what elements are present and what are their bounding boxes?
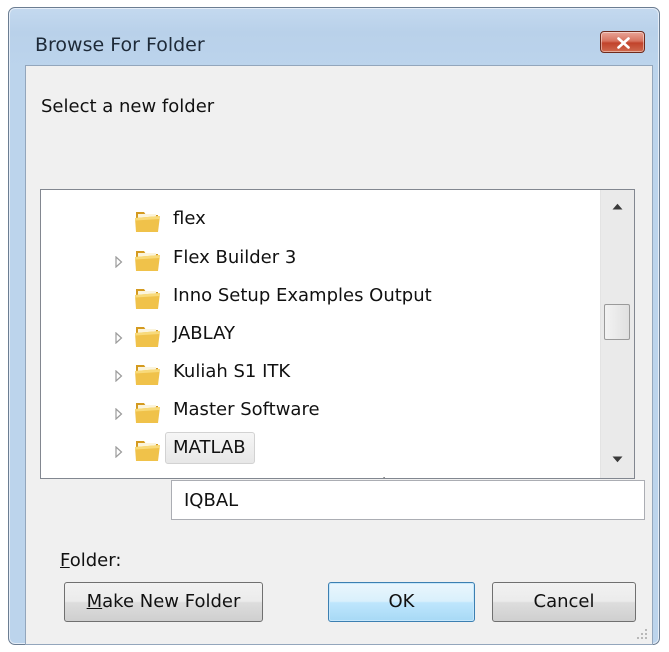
folder-name-field[interactable] [171, 480, 645, 520]
vertical-scrollbar[interactable] [600, 190, 634, 478]
folder-field-label: Folder: [60, 550, 121, 571]
tree-item[interactable]: Kuliah S1 ITK [41, 356, 601, 390]
tree-item[interactable]: MATLAB Image Processing [41, 470, 601, 478]
folder-icon [134, 474, 162, 478]
expand-arrow-icon[interactable] [115, 367, 123, 386]
tree-item-label: JABLAY [173, 323, 236, 344]
folder-icon [134, 246, 162, 272]
tree-item-label: Inno Setup Examples Output [173, 285, 432, 306]
folder-icon [134, 360, 162, 386]
tree-item[interactable]: flex [41, 203, 601, 237]
tree-item-label: Master Software [173, 399, 320, 420]
expand-arrow-icon[interactable] [115, 405, 123, 424]
folder-icon [134, 322, 162, 348]
expand-arrow-icon[interactable] [115, 253, 123, 272]
scroll-down-arrow-icon[interactable] [612, 456, 623, 463]
make-new-folder-button[interactable]: Make New Folder [64, 582, 263, 622]
tree-item-label: Flex Builder 3 [173, 247, 297, 268]
browse-for-folder-dialog: Browse For Folder Select a new folder fl… [8, 7, 660, 645]
dialog-title: Browse For Folder [35, 34, 205, 56]
ok-button[interactable]: OK [328, 582, 475, 622]
close-icon [617, 37, 630, 49]
tree-item[interactable]: Inno Setup Examples Output [41, 280, 601, 314]
resize-grip-icon[interactable] [636, 628, 648, 640]
scrollbar-thumb[interactable] [604, 304, 630, 340]
instruction-text: Select a new folder [41, 96, 215, 117]
tree-item[interactable]: Flex Builder 3 [41, 242, 601, 276]
expand-arrow-icon[interactable] [115, 443, 123, 462]
folder-tree[interactable]: flex Flex Builder 3 Inno Setup Examples Ou… [40, 189, 635, 479]
tree-item-label: MATLAB Image Processing [173, 475, 409, 478]
folder-icon [134, 398, 162, 424]
folder-icon [134, 207, 162, 233]
folder-icon [134, 436, 162, 462]
tree-item[interactable]: Master Software [41, 394, 601, 428]
expand-arrow-icon[interactable] [115, 329, 123, 348]
make-new-folder-mnemonic: M [86, 591, 103, 612]
folder-label-rest: older: [69, 550, 122, 571]
dialog-body: Select a new folder flex Flex Builder 3 In… [25, 65, 653, 645]
tree-item-label: flex [173, 208, 206, 229]
close-button[interactable] [600, 31, 645, 53]
folder-icon [134, 284, 162, 310]
tree-item[interactable]: JABLAY [41, 318, 601, 352]
tree-item-label: MATLAB [165, 432, 255, 464]
cancel-button[interactable]: Cancel [492, 582, 636, 622]
tree-item-label: Kuliah S1 ITK [173, 361, 291, 382]
folder-label-mnemonic: F [60, 550, 70, 571]
scroll-up-arrow-icon[interactable] [612, 203, 623, 210]
tree-item[interactable]: MATLAB [41, 432, 601, 466]
make-new-folder-rest: ake New Folder [102, 591, 241, 612]
